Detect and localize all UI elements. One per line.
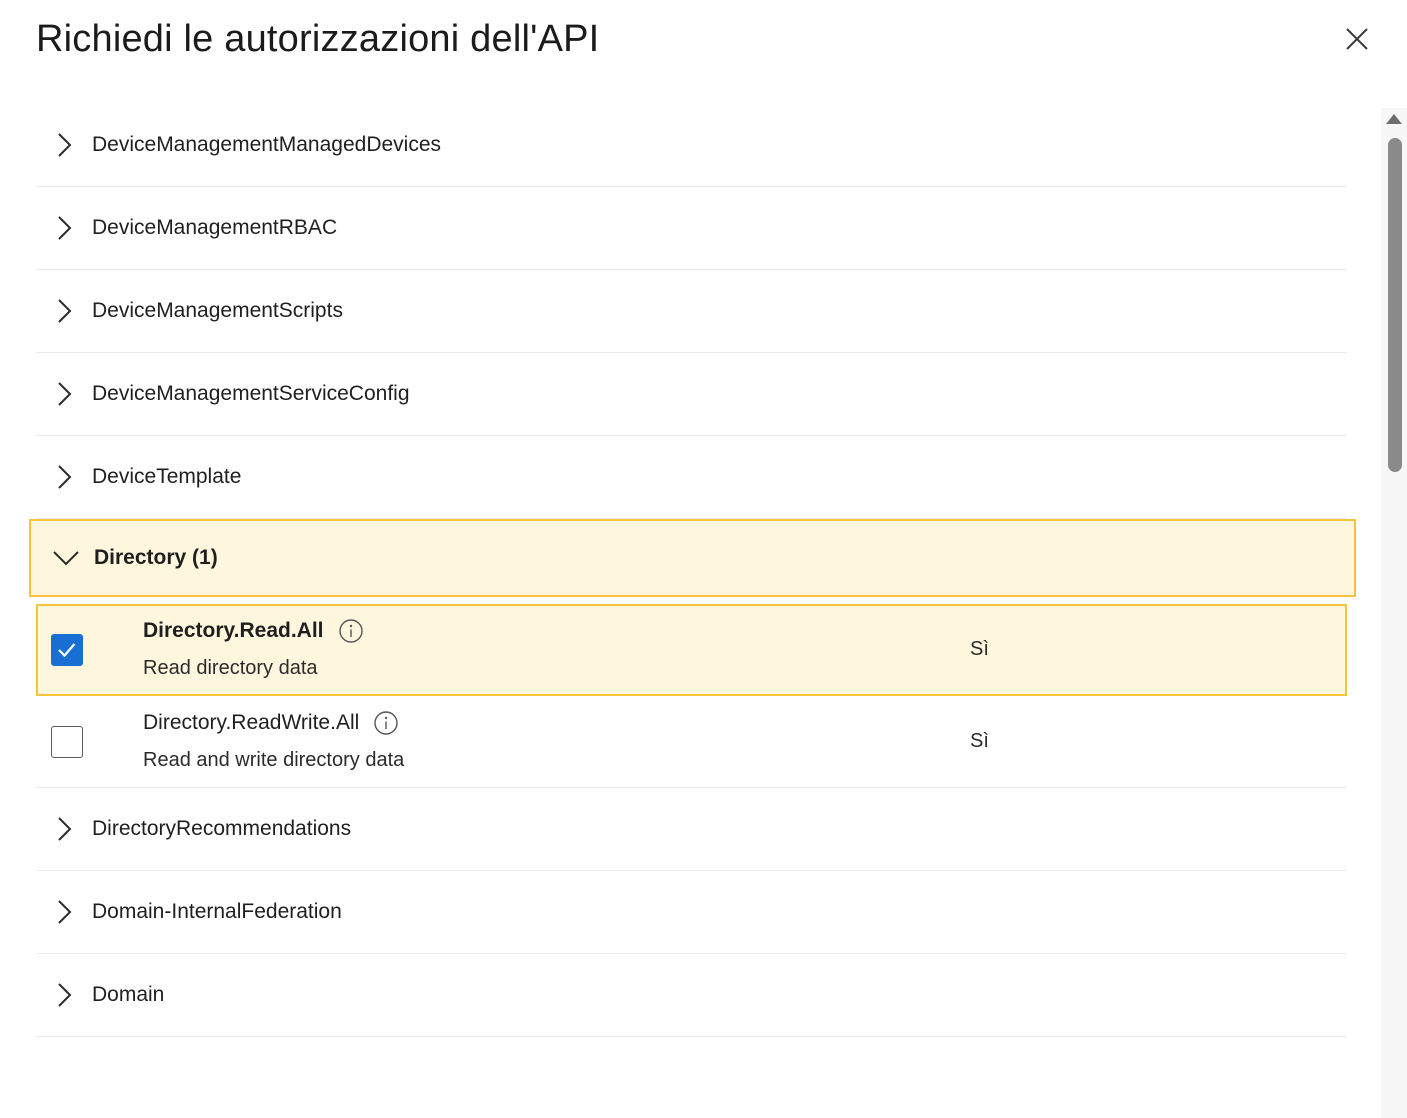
permission-name: Directory.ReadWrite.All (143, 711, 360, 734)
permission-description: Read directory data (143, 657, 318, 679)
group-label: DeviceManagementScripts (92, 299, 343, 322)
group-row-devicemanagementrbac[interactable]: DeviceManagementRBAC (36, 187, 1347, 270)
permission-row-directory-readwrite-all[interactable]: Directory.ReadWrite.All Read and write d… (36, 696, 1347, 788)
scroll-up-arrow-icon[interactable] (1386, 114, 1402, 124)
group-label: Domain (92, 983, 165, 1006)
chevron-right-icon (50, 131, 78, 159)
chevron-right-icon (50, 898, 78, 926)
group-label: Directory (1) (94, 546, 218, 569)
vertical-scrollbar[interactable] (1381, 108, 1407, 1118)
group-label: DeviceManagementManagedDevices (92, 133, 442, 156)
group-row-directory[interactable]: Directory (1) (29, 519, 1356, 597)
chevron-right-icon (50, 214, 78, 242)
close-button[interactable] (1340, 22, 1374, 56)
permissions-list: DeviceManagementManagedDevices DeviceMan… (29, 104, 1356, 1037)
admin-consent-value: Sì (970, 638, 989, 660)
chevron-right-icon (50, 463, 78, 491)
group-label: Domain-InternalFederation (92, 900, 342, 923)
permission-checkbox[interactable] (51, 726, 83, 758)
admin-consent-value: Sì (970, 730, 989, 752)
group-label: DeviceManagementServiceConfig (92, 382, 410, 405)
info-icon[interactable] (338, 618, 364, 644)
group-label: DeviceTemplate (92, 465, 242, 488)
group-row-domain[interactable]: Domain (36, 954, 1347, 1037)
group-label: DirectoryRecommendations (92, 817, 352, 840)
group-row-directoryrecommendations[interactable]: DirectoryRecommendations (36, 788, 1347, 871)
group-row-devicemanagementserviceconfig[interactable]: DeviceManagementServiceConfig (36, 353, 1347, 436)
chevron-right-icon (50, 815, 78, 843)
group-row-devicemanagementscripts[interactable]: DeviceManagementScripts (36, 270, 1347, 353)
group-row-devicetemplate[interactable]: DeviceTemplate (36, 436, 1347, 519)
group-label: DeviceManagementRBAC (92, 216, 338, 239)
permission-row-directory-read-all[interactable]: Directory.Read.All Read directory data S… (36, 604, 1347, 696)
chevron-down-icon (52, 544, 80, 572)
checkmark-icon (58, 643, 76, 658)
permission-description: Read and write directory data (143, 749, 405, 771)
chevron-right-icon (50, 297, 78, 325)
scroll-thumb[interactable] (1388, 138, 1402, 472)
permission-name: Directory.Read.All (143, 619, 324, 642)
chevron-right-icon (50, 380, 78, 408)
info-icon[interactable] (373, 710, 399, 736)
group-row-domain-internalfederation[interactable]: Domain-InternalFederation (36, 871, 1347, 954)
group-row-devicemanagementmanageddevices[interactable]: DeviceManagementManagedDevices (36, 104, 1347, 187)
permission-checkbox[interactable] (51, 634, 83, 666)
chevron-right-icon (50, 981, 78, 1009)
close-icon (1346, 28, 1368, 50)
dialog-title: Richiedi le autorizzazioni dell'API (36, 18, 600, 60)
